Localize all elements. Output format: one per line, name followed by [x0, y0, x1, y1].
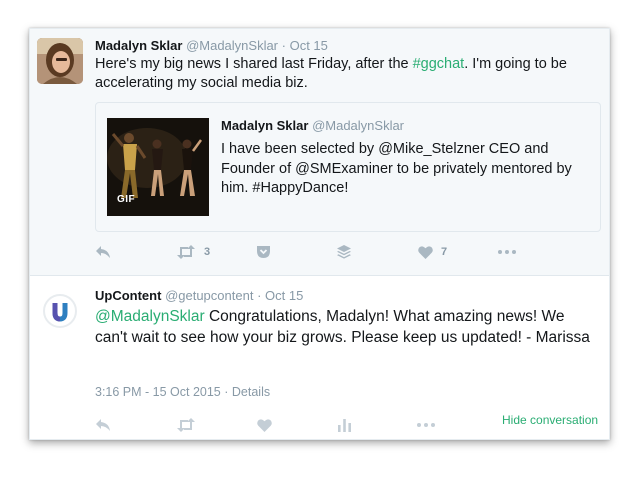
reply-icon [96, 246, 110, 258]
reply-author-handle[interactable]: @getupcontent [165, 288, 253, 303]
quoted-text: I have been selected by @Mike_Stelzner C… [221, 141, 572, 196]
reply-header: UpContent @getupcontent · Oct 15 [95, 288, 303, 303]
heart-icon [257, 418, 272, 432]
tweet-text: Here's my big news I shared last Friday,… [95, 55, 595, 93]
reply-button[interactable] [95, 242, 111, 262]
timestamp-link[interactable]: 3:16 PM - 15 Oct 2015 [95, 385, 221, 399]
reply-reply-button[interactable] [95, 415, 111, 435]
retweet-button[interactable]: 3 [176, 242, 210, 262]
mention-link[interactable]: @MadalynSklar [95, 308, 205, 325]
reply-like-button[interactable] [257, 415, 272, 435]
reply-more-button[interactable] [417, 415, 435, 435]
more-button[interactable] [498, 242, 516, 262]
retweet-count: 3 [204, 246, 211, 258]
like-button[interactable]: 7 [418, 242, 447, 262]
author-name[interactable]: Madalyn Sklar [95, 38, 182, 53]
reply-retweet-button[interactable] [176, 415, 196, 435]
reply-analytics-button[interactable] [338, 415, 351, 435]
tweet-header: Madalyn Sklar @MadalynSklar · Oct 15 [95, 38, 328, 53]
reply-date[interactable]: · Oct 15 [257, 288, 303, 303]
quoted-tweet[interactable]: GIF Madalyn Sklar @MadalynSklar I have b… [95, 102, 601, 232]
upcontent-avatar[interactable] [43, 294, 77, 328]
reply-actions [95, 415, 495, 435]
tweet-text-part: Here's my big news I shared last Friday,… [95, 56, 413, 72]
original-tweet[interactable]: Madalyn Sklar @MadalynSklar · Oct 15 Her… [30, 29, 609, 276]
retweet-icon [177, 418, 195, 432]
retweet-icon [177, 245, 195, 259]
tweet-actions: 3 7 [95, 242, 575, 262]
reply-timestamp: 3:16 PM - 15 Oct 2015 · Details [95, 385, 270, 399]
reply-text: @MadalynSklar Congratulations, Madalyn! … [95, 306, 595, 348]
pocket-icon [257, 246, 270, 258]
details-link[interactable]: · Details [224, 385, 270, 399]
more-icon [498, 250, 516, 254]
buffer-button[interactable] [337, 242, 351, 262]
tweet-date[interactable]: · Oct 15 [282, 38, 328, 53]
analytics-icon [338, 419, 351, 432]
tweet-card: Madalyn Sklar @MadalynSklar · Oct 15 Her… [29, 28, 610, 440]
quoted-header: Madalyn Sklar @MadalynSklar [221, 118, 404, 133]
reply-author-name[interactable]: UpContent [95, 288, 161, 303]
more-icon [417, 423, 435, 427]
quoted-author-name[interactable]: Madalyn Sklar [221, 118, 308, 133]
heart-icon [418, 245, 433, 259]
hide-conversation-link[interactable]: Hide conversation [502, 413, 598, 427]
quoted-author-handle[interactable]: @MadalynSklar [312, 118, 404, 133]
buffer-icon [337, 245, 351, 259]
reply-icon [96, 419, 110, 431]
avatar[interactable] [37, 38, 83, 84]
like-count: 7 [441, 246, 448, 258]
gif-thumbnail[interactable]: GIF [107, 118, 209, 216]
hashtag-link[interactable]: #ggchat [413, 56, 465, 72]
gif-badge: GIF [117, 194, 136, 205]
pocket-button[interactable] [256, 242, 271, 262]
author-handle[interactable]: @MadalynSklar [186, 38, 278, 53]
